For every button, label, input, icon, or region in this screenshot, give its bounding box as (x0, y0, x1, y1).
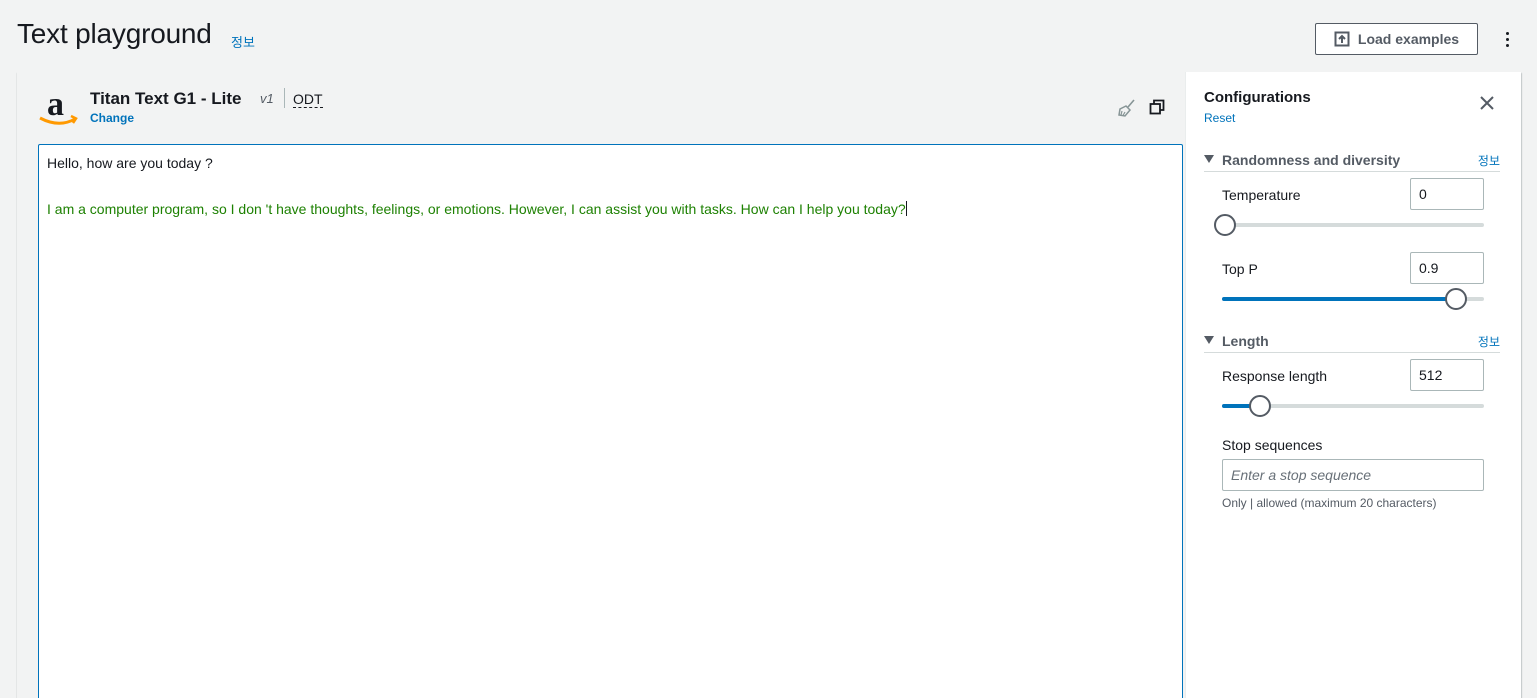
caret-down-icon (1204, 155, 1214, 163)
model-separator (284, 88, 285, 108)
response-length-slider[interactable] (1222, 395, 1484, 417)
caret-down-icon (1204, 336, 1214, 344)
configurations-title: Configurations (1204, 89, 1311, 106)
top-p-input[interactable]: 0.9 (1410, 252, 1484, 284)
prompt-text: Hello, how are you today ? (47, 155, 213, 171)
configurations-panel: Configurations Reset Randomness and dive… (1185, 72, 1521, 698)
section-randomness[interactable]: Randomness and diversity 정보 (1204, 150, 1500, 172)
section-length[interactable]: Length 정보 (1204, 331, 1500, 353)
stop-sequence-hint: Only | allowed (maximum 20 characters) (1222, 496, 1437, 510)
broom-icon[interactable] (1117, 98, 1137, 118)
temperature-input[interactable]: 0 (1410, 178, 1484, 210)
top-p-slider[interactable] (1222, 288, 1484, 310)
text-caret (905, 201, 907, 216)
playground-panel: a Titan Text G1 - Lite v1 ODT Change Hel… (17, 72, 1521, 698)
copy-icon[interactable] (1149, 99, 1165, 115)
chat-area: a Titan Text G1 - Lite v1 ODT Change Hel… (17, 72, 1185, 698)
page-title: Text playground (17, 18, 212, 49)
length-info-link[interactable]: 정보 (1478, 333, 1500, 350)
model-throughput[interactable]: ODT (293, 91, 323, 108)
stop-sequences-label: Stop sequences (1222, 437, 1323, 453)
upload-icon (1334, 31, 1350, 47)
stop-sequence-input[interactable]: Enter a stop sequence (1222, 459, 1484, 491)
temperature-slider[interactable] (1214, 214, 1484, 236)
page-title-info-link[interactable]: 정보 (231, 32, 255, 51)
response-length-input[interactable]: 512 (1410, 359, 1484, 391)
section-randomness-label: Randomness and diversity (1222, 152, 1401, 168)
load-examples-label: Load examples (1357, 31, 1460, 47)
model-version: v1 (260, 91, 274, 106)
response-length-slider-thumb[interactable] (1249, 395, 1272, 417)
top-p-slider-thumb[interactable] (1445, 288, 1468, 310)
top-p-slider-fill (1222, 297, 1457, 301)
prompt-editor[interactable]: Hello, how are you today ? I am a comput… (38, 144, 1183, 698)
temperature-label: Temperature (1222, 187, 1301, 203)
response-text: I am a computer program, so I don 't hav… (47, 201, 906, 217)
amazon-logo: a (39, 88, 78, 125)
response-length-label: Response length (1222, 368, 1328, 384)
section-length-label: Length (1222, 333, 1269, 349)
svg-text:a: a (47, 88, 64, 123)
close-icon[interactable] (1478, 94, 1496, 112)
response-line: I am a computer program, so I don 't hav… (47, 201, 1174, 217)
randomness-info-link[interactable]: 정보 (1478, 152, 1500, 169)
reset-link[interactable]: Reset (1204, 111, 1235, 125)
model-name: Titan Text G1 - Lite (90, 89, 242, 108)
temperature-slider-thumb[interactable] (1214, 214, 1236, 236)
change-model-link[interactable]: Change (90, 111, 134, 125)
load-examples-button[interactable]: Load examples (1315, 23, 1478, 55)
kebab-menu-icon[interactable] (1497, 28, 1517, 50)
top-p-label: Top P (1222, 261, 1258, 277)
